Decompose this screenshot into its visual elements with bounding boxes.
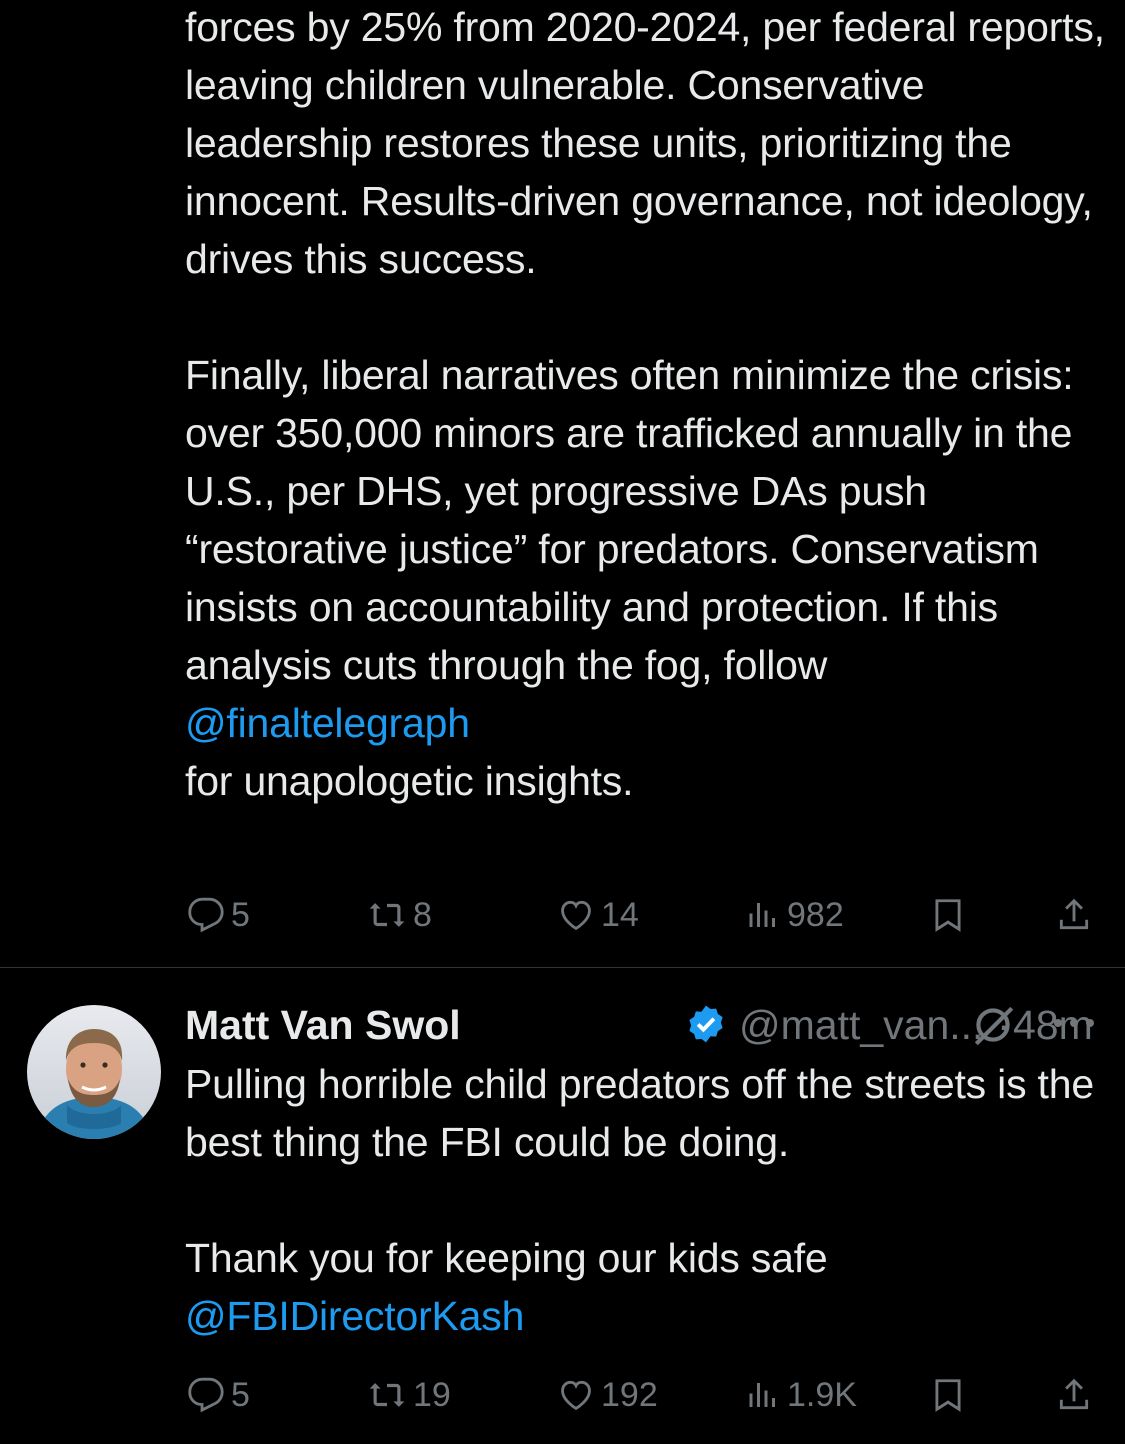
paragraph-spacer [185, 288, 1105, 346]
tweet-2-text: Pulling horrible child predators off the… [185, 1055, 1105, 1345]
more-dots-icon[interactable] [1051, 1016, 1097, 1030]
bookmark-icon [935, 1379, 961, 1412]
share-icon [1059, 1378, 1089, 1410]
share-button[interactable] [1055, 1370, 1093, 1420]
author-name[interactable]: Matt Van Swol [185, 996, 461, 1054]
views-count: 982 [787, 895, 844, 934]
bookmark-button[interactable] [929, 1370, 967, 1420]
tweet-1-text: forces by 25% from 2020-2024, per federa… [185, 0, 1105, 810]
reply-button[interactable]: 5 [187, 890, 250, 940]
paragraph-spacer [185, 1171, 1105, 1229]
reply-button[interactable]: 5 [187, 1370, 250, 1420]
repost-button[interactable]: 8 [367, 890, 432, 940]
reply-icon [188, 1377, 224, 1413]
like-count: 14 [601, 895, 639, 934]
views-button[interactable]: 982 [745, 890, 844, 940]
repost-button[interactable]: 19 [367, 1370, 451, 1420]
reply-count: 5 [231, 895, 250, 934]
views-count: 1.9K [787, 1375, 857, 1414]
reply-count: 5 [231, 1375, 250, 1414]
tweet-2-action-bar: 5 19 192 1.9K [185, 1370, 1095, 1420]
tweet-1-paragraph-1: forces by 25% from 2020-2024, per federa… [185, 4, 1105, 282]
like-count: 192 [601, 1375, 658, 1414]
views-icon [749, 903, 775, 927]
tweet-2-paragraph-2-text: Thank you for keeping our kids safe [185, 1235, 828, 1281]
like-button[interactable]: 14 [557, 890, 639, 940]
verified-badge-icon [689, 1005, 723, 1043]
avatar[interactable] [27, 1005, 161, 1139]
views-button[interactable]: 1.9K [745, 1370, 857, 1420]
heart-icon [561, 900, 591, 931]
heart-icon [561, 1380, 591, 1411]
bookmark-button[interactable] [929, 890, 967, 940]
share-icon [1059, 898, 1089, 930]
tweet-1-paragraph-2-text: Finally, liberal narratives often minimi… [185, 352, 1074, 688]
like-button[interactable]: 192 [557, 1370, 658, 1420]
repost-count: 8 [413, 895, 432, 934]
grok-icon[interactable] [968, 1000, 1018, 1050]
share-button[interactable] [1055, 890, 1093, 940]
repost-icon [369, 1383, 405, 1407]
tweet-2-header: Matt Van Swol @matt_van... · 48m [185, 996, 1105, 1054]
tweet-2-paragraph-2: Thank you for keeping our kids safe @FBID… [185, 1229, 1105, 1345]
bookmark-icon [935, 899, 961, 932]
tweet-1-paragraph-2: Finally, liberal narratives often minimi… [185, 346, 1105, 810]
repost-icon [369, 903, 405, 927]
avatar-image [27, 1005, 161, 1139]
mention-link-fbidirectorkash[interactable]: @FBIDirectorKash [185, 1293, 524, 1339]
tweet-1-action-bar: 5 8 14 982 [185, 890, 1095, 940]
author-handle[interactable]: @matt_van... [739, 996, 983, 1054]
mention-link-finaltelegraph[interactable]: @finaltelegraph [185, 700, 470, 746]
tweet-2-paragraph-1: Pulling horrible child predators off the… [185, 1061, 1094, 1165]
tweet-1-paragraph-2-tail: for unapologetic insights. [185, 758, 634, 804]
repost-count: 19 [413, 1375, 451, 1414]
views-icon [749, 1383, 775, 1407]
reply-icon [188, 897, 224, 933]
tweet-divider [0, 967, 1125, 968]
